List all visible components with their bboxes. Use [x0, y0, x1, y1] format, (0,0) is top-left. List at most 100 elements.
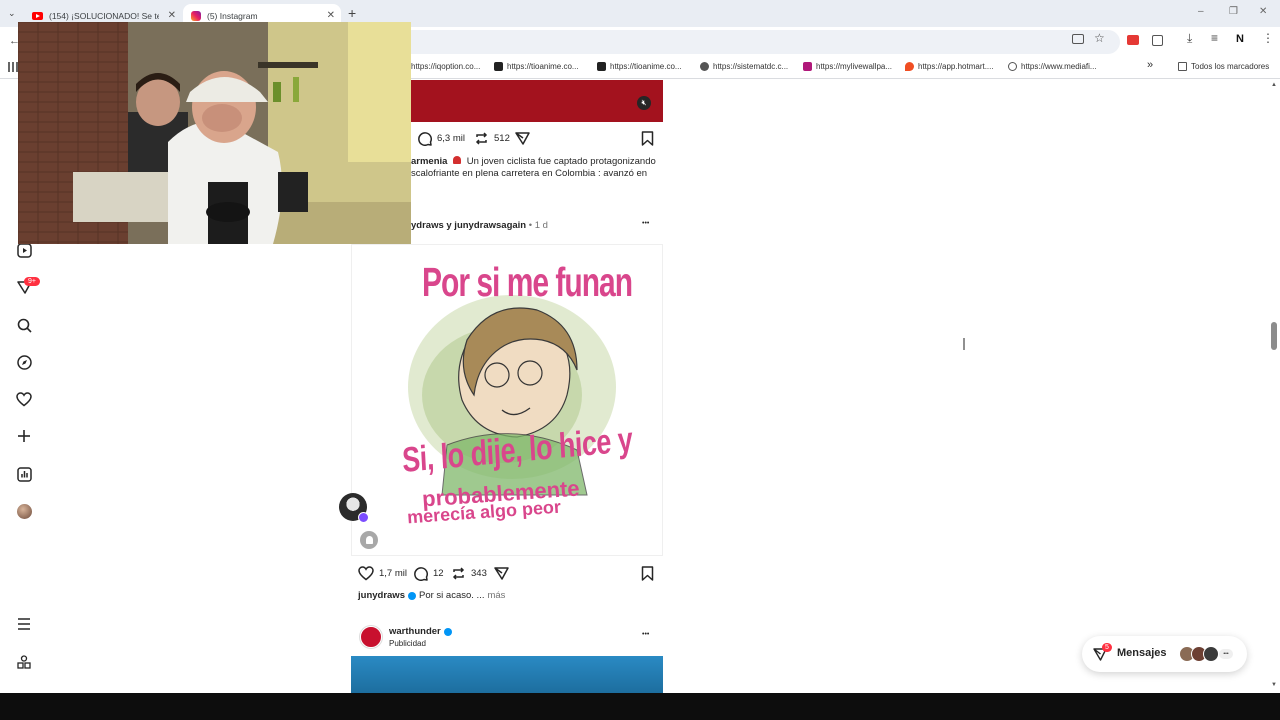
caption-username[interactable]: armenia — [411, 156, 447, 167]
bookmark-mylivewallpaper[interactable]: https://mylivewallpa... — [803, 62, 892, 71]
post2-comments[interactable]: 12 — [413, 566, 444, 581]
floating-avatar[interactable] — [339, 493, 369, 523]
messages-button[interactable]: 5 Mensajes ••• — [1082, 636, 1247, 672]
download-icon[interactable]: ⤓ — [1187, 31, 1192, 46]
chrome-menu-icon[interactable]: ⋮ — [1262, 31, 1274, 45]
bookmark-tioanime-1[interactable]: https://tioanime.co... — [494, 62, 579, 71]
explore-icon[interactable] — [15, 353, 33, 371]
save-icon[interactable] — [641, 131, 654, 151]
install-app-icon[interactable] — [1072, 34, 1084, 44]
post1-caption: armenia Un joven ciclista fue captado pr… — [411, 156, 661, 180]
minimize-button[interactable]: – — [1198, 6, 1204, 17]
live-badge-icon — [358, 512, 369, 523]
search-icon[interactable] — [15, 316, 33, 334]
post3-header: warthunder Publicidad — [389, 626, 452, 650]
verified-badge-icon — [443, 628, 452, 636]
tagged-users-icon[interactable] — [360, 531, 378, 549]
bookmark-label: https://sistematdc.c... — [713, 62, 789, 71]
bookmark-hotmart[interactable]: https://app.hotmart.... — [905, 62, 994, 71]
menu-icon[interactable] — [15, 615, 33, 633]
repost-icon — [475, 132, 488, 145]
new-tab-button[interactable]: + — [348, 5, 356, 21]
instagram-icon — [191, 10, 201, 21]
bookmark-label: https://tioanime.co... — [507, 62, 579, 71]
caption-username[interactable]: junydraws — [358, 590, 405, 602]
bookmark-sistematdc[interactable]: https://sistematdc.c... — [700, 62, 788, 71]
bookmark-label: https://www.mediafi... — [1021, 62, 1097, 71]
post1-comments[interactable]: 6,3 mil — [417, 131, 465, 146]
bookmark-star-icon[interactable]: ☆ — [1094, 31, 1105, 45]
save-icon[interactable] — [641, 566, 654, 586]
notion-extension-icon[interactable]: N — [1236, 33, 1244, 45]
webcam-overlay — [18, 22, 411, 244]
sponsored-label: Publicidad — [389, 639, 426, 648]
close-window-button[interactable]: ✕ — [1259, 6, 1267, 17]
share-icon[interactable] — [494, 566, 509, 586]
apps-grid-icon[interactable] — [8, 62, 18, 72]
restore-button[interactable]: ❐ — [1229, 6, 1238, 17]
post-author[interactable]: warthunder — [389, 626, 441, 638]
more-conversations: ••• — [1219, 649, 1233, 659]
mute-icon[interactable]: 🔇︎ — [637, 96, 651, 110]
heart-icon[interactable] — [15, 390, 33, 408]
wallpaper-icon — [803, 62, 812, 71]
extensions-puzzle-icon[interactable] — [1152, 35, 1163, 46]
caption-more-link[interactable]: más — [487, 590, 505, 602]
post2-likes[interactable]: 1,7 mil — [358, 566, 407, 581]
post-time: 1 d — [534, 220, 548, 231]
media-controls-icon[interactable]: ≡ — [1211, 31, 1218, 45]
post3-media[interactable] — [351, 656, 663, 693]
scroll-up-arrow-icon[interactable]: ▲ — [1271, 82, 1277, 88]
share-icon[interactable] — [515, 131, 530, 151]
like-count: 1,7 mil — [379, 568, 407, 579]
extension-red-icon[interactable] — [1127, 35, 1139, 45]
messages-badge: 5 — [1102, 643, 1112, 652]
caption-text: Un joven ciclista fue captado protagoniz… — [466, 156, 656, 167]
post2-reposts[interactable]: 343 — [451, 566, 487, 581]
webcam-feed — [18, 22, 411, 244]
bookmark-mediafire[interactable]: https://www.mediafi... — [1008, 62, 1097, 71]
comment-count: 12 — [433, 568, 444, 579]
stats-icon[interactable] — [15, 465, 33, 483]
comment-count: 6,3 mil — [437, 133, 465, 144]
meta-apps-icon[interactable] — [15, 653, 33, 671]
youtube-icon — [32, 11, 43, 20]
post-image[interactable]: Por si me funan Si, lo dije, lo hice y p… — [351, 244, 663, 556]
post1-reposts[interactable]: 512 — [474, 131, 510, 146]
bookmark-tioanime-2[interactable]: https://tioanime.co... — [597, 62, 682, 71]
scroll-down-arrow-icon[interactable]: ▼ — [1271, 682, 1277, 688]
scrollbar-thumb[interactable] — [1271, 322, 1277, 350]
verified-badge-icon — [408, 592, 416, 600]
hotmart-flame-icon — [905, 62, 914, 71]
post-authors[interactable]: ydraws y junydrawsagain — [411, 220, 526, 231]
comment-icon — [414, 567, 428, 581]
all-bookmarks-folder[interactable]: Todos los marcadores — [1178, 62, 1269, 71]
create-icon[interactable] — [15, 427, 33, 445]
repost-icon — [452, 567, 465, 580]
repost-count: 512 — [494, 133, 510, 144]
post3-more-options[interactable]: ••• — [642, 631, 649, 638]
globe-icon — [1008, 62, 1017, 71]
bookmark-label: https://mylivewallpa... — [816, 62, 893, 71]
repost-count: 343 — [471, 568, 487, 579]
avatar — [1203, 646, 1219, 662]
close-tab-icon[interactable]: ✕ — [168, 10, 176, 21]
tioanime-icon — [597, 62, 606, 71]
bookmark-label: https://tioanime.co... — [610, 62, 682, 71]
bookmark-iqoption[interactable]: https://iqoption.co... — [411, 62, 480, 71]
post2-more-options[interactable]: ••• — [642, 220, 649, 227]
bookmarks-overflow-button[interactable]: » — [1147, 59, 1153, 71]
tab-search-chevron-icon[interactable]: ⌄ — [8, 8, 16, 19]
bookmark-label: https://iqoption.co... — [411, 62, 481, 71]
separator: • — [528, 220, 533, 231]
image-text-top: Por si me funan — [422, 261, 633, 306]
tab-title: (5) Instagram — [207, 10, 258, 21]
like-icon — [358, 566, 374, 581]
close-tab-icon[interactable]: ✕ — [327, 10, 335, 21]
profile-avatar[interactable] — [15, 502, 33, 520]
caption-text: scalofriante en plena carretera en Colom… — [411, 168, 648, 179]
user-silhouette-icon — [365, 536, 373, 544]
address-bar[interactable] — [400, 30, 1120, 54]
post3-avatar[interactable] — [360, 626, 382, 648]
messages-label: Mensajes — [1117, 647, 1167, 659]
